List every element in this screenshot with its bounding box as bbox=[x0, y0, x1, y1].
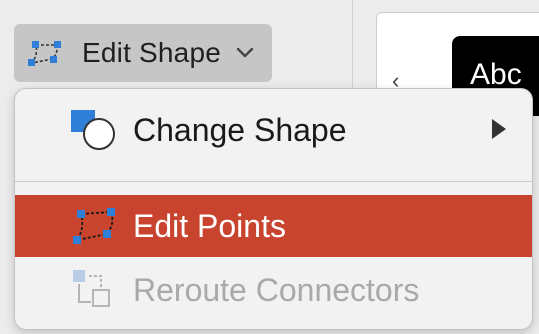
edit-points-icon bbox=[73, 208, 115, 244]
menu-item-label: Change Shape bbox=[133, 111, 347, 148]
edit-shape-icon bbox=[28, 41, 61, 66]
edit-shape-label: Edit Shape bbox=[82, 37, 221, 68]
chevron-down-icon bbox=[236, 47, 254, 58]
menu-item-label: Edit Points bbox=[133, 207, 286, 244]
ribbon-divider bbox=[352, 0, 353, 90]
edit-shape-menu: Change Shape Edit Points Reroute Connect… bbox=[14, 88, 533, 330]
menu-item-change-shape[interactable]: Change Shape bbox=[15, 99, 532, 161]
edit-shape-button[interactable]: Edit Shape bbox=[14, 24, 272, 82]
change-shape-icon bbox=[71, 110, 115, 150]
menu-item-label: Reroute Connectors bbox=[133, 271, 420, 308]
shape-style-thumbnail-label: Abc bbox=[470, 58, 522, 91]
menu-separator bbox=[15, 181, 532, 182]
menu-item-edit-points[interactable]: Edit Points bbox=[15, 195, 532, 257]
menu-item-reroute-connectors[interactable]: Reroute Connectors bbox=[15, 259, 532, 321]
reroute-connectors-icon bbox=[73, 270, 110, 307]
submenu-arrow-icon bbox=[492, 119, 506, 139]
